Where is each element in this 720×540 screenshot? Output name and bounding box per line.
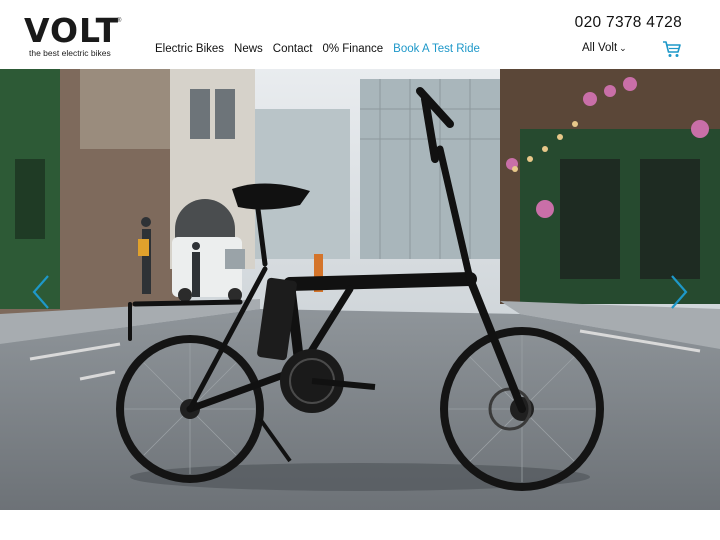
nav-electric-bikes[interactable]: Electric Bikes — [155, 43, 224, 55]
logo-tagline: the best electric bikes — [29, 48, 111, 58]
hero-banner — [0, 69, 720, 510]
nav-news[interactable]: News — [234, 43, 263, 55]
chevron-left-icon[interactable] — [30, 274, 52, 310]
below-hero-strip — [0, 510, 720, 540]
logo-wordmark: VOLT — [24, 11, 120, 50]
nav-contact[interactable]: Contact — [273, 43, 313, 55]
store-selector-label: All Volt — [582, 42, 618, 54]
store-selector[interactable]: All Volt ⌄ — [582, 42, 627, 54]
chevron-down-icon: ⌄ — [619, 43, 627, 53]
trademark-mark: ® — [117, 18, 122, 24]
main-nav: Electric Bikes News Contact 0% Finance B… — [155, 43, 480, 55]
cart-icon[interactable] — [662, 40, 682, 58]
volt-logo[interactable]: VOLT ® the best electric bikes — [24, 11, 124, 59]
chevron-right-icon[interactable] — [668, 274, 690, 310]
phone-number[interactable]: 020 7378 4728 — [575, 14, 682, 32]
site-header: VOLT ® the best electric bikes Electric … — [0, 0, 720, 69]
nav-finance[interactable]: 0% Finance — [322, 43, 383, 55]
nav-book-test-ride[interactable]: Book A Test Ride — [393, 43, 480, 55]
hero-image — [0, 69, 720, 510]
